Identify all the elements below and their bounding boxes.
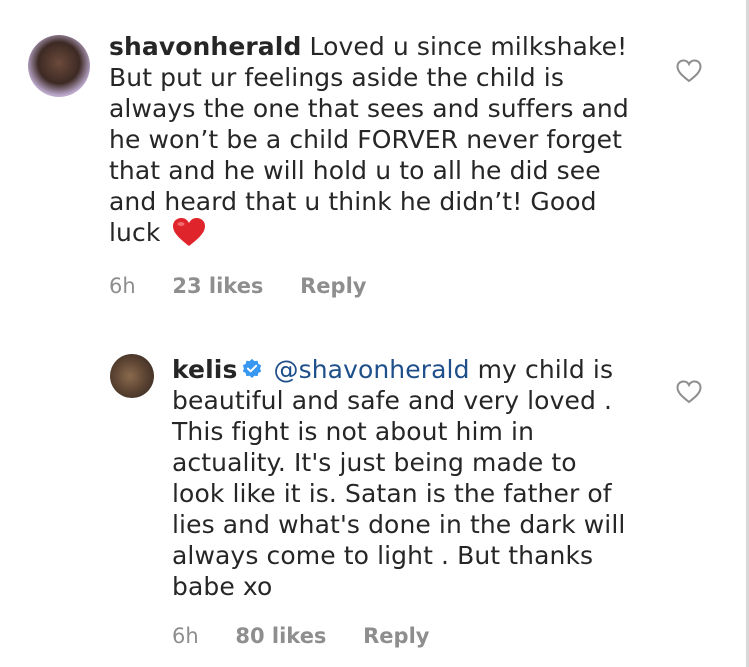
comment-text: Loved u since milkshake! But put ur feel… — [109, 32, 629, 247]
avatar[interactable] — [110, 354, 154, 398]
comment-text: my child is beautiful and safe and very … — [172, 355, 626, 601]
avatar[interactable] — [28, 35, 90, 97]
reply-button[interactable]: Reply — [300, 274, 366, 298]
comment-likes[interactable]: 23 likes — [172, 274, 263, 298]
red-heart-emoji-icon — [173, 218, 206, 246]
comment-time: 6h — [109, 274, 136, 298]
comment-body: shavonherald Loved u since milkshake! Bu… — [109, 31, 649, 248]
comment-username[interactable]: shavonherald — [109, 32, 301, 61]
verified-badge-icon — [243, 358, 262, 378]
heart-outline-icon[interactable] — [676, 59, 702, 83]
comment-meta: 6h 80 likes Reply — [172, 624, 459, 648]
comment-mention[interactable]: @shavonherald — [273, 355, 469, 384]
comment-meta: 6h 23 likes Reply — [109, 274, 396, 298]
reply-button[interactable]: Reply — [363, 624, 429, 648]
heart-outline-icon[interactable] — [676, 380, 702, 404]
comment-likes[interactable]: 80 likes — [235, 624, 326, 648]
comment-username[interactable]: kelis — [172, 355, 237, 384]
comment-body: kelis @shavonherald my child is beautifu… — [172, 354, 632, 602]
comment-time: 6h — [172, 624, 199, 648]
